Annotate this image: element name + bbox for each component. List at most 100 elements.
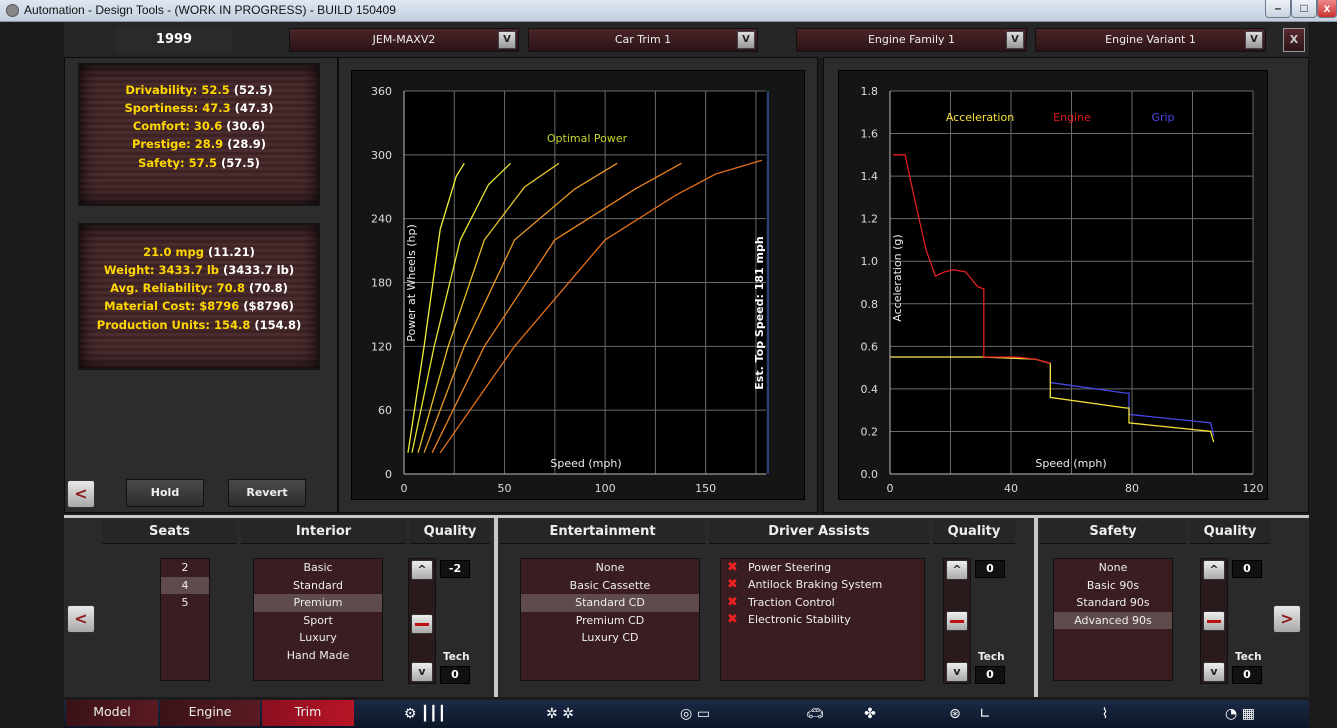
tire-icon[interactable]: ◎ ▭: [665, 705, 725, 723]
trim-select[interactable]: Car Trim 1 V: [528, 28, 758, 52]
stat-drivability: Drivability: 52.5 (52.5): [125, 83, 273, 97]
list-item[interactable]: 2: [161, 559, 209, 577]
quality-value: -2: [440, 560, 470, 578]
interior-header: Interior: [241, 520, 406, 544]
section-divider: [494, 517, 498, 697]
close-icon[interactable]: X: [1283, 28, 1305, 52]
list-item-selected[interactable]: Standard CD: [521, 594, 699, 612]
x-tick-label: 40: [1004, 482, 1018, 495]
stat-sportiness: Sportiness: 47.3 (47.3): [124, 101, 274, 115]
list-item[interactable]: Sport: [254, 612, 382, 630]
model-select-value: JEM-MAXV2: [372, 33, 436, 46]
quality-slider-thumb[interactable]: [946, 611, 968, 631]
quality-up-button[interactable]: ^: [411, 560, 433, 580]
steering-wheel-icon[interactable]: ⊛: [940, 705, 970, 723]
list-item-selected[interactable]: Premium: [254, 594, 382, 612]
entertainment-header: Entertainment: [500, 520, 705, 544]
quality-slider-thumb[interactable]: [1203, 611, 1225, 631]
window-close-button[interactable]: x: [1317, 0, 1337, 18]
list-item[interactable]: Standard: [254, 577, 382, 595]
top-speed-label: Est. Top Speed: 181 mph: [753, 236, 766, 389]
x-mark-icon[interactable]: ✖: [727, 561, 740, 574]
hold-button[interactable]: Hold: [126, 479, 204, 507]
maximize-button[interactable]: □: [1291, 0, 1317, 18]
quality-up-button[interactable]: ^: [946, 560, 968, 580]
list-item[interactable]: 5: [161, 594, 209, 612]
tech-value: 0: [440, 666, 470, 684]
quality-header: Quality: [1190, 520, 1270, 544]
assist-power-steering[interactable]: ✖ Power Steering: [723, 559, 923, 577]
list-item[interactable]: None: [521, 559, 699, 577]
list-item[interactable]: Basic Cassette: [521, 577, 699, 595]
stat-material-cost: Material Cost: $8796 ($8796): [104, 299, 294, 313]
accel-chart-svg: 0.0 0.2 0.4 0.6 0.8 1.0 1.2 1.4 1.6 1.8 0 40 80 120 Ac…: [861, 85, 1264, 495]
tab-engine[interactable]: Engine: [160, 700, 260, 726]
x-mark-icon[interactable]: ✖: [727, 613, 740, 626]
assist-label: Traction Control: [748, 596, 835, 609]
list-item[interactable]: Premium CD: [521, 612, 699, 630]
quality-value: 0: [1232, 560, 1262, 578]
engine-family-select[interactable]: Engine Family 1 V: [796, 28, 1027, 52]
minimize-button[interactable]: –: [1265, 0, 1291, 18]
engine-variant-select[interactable]: Engine Variant 1 V: [1035, 28, 1266, 52]
assist-abs[interactable]: ✖ Antilock Braking System: [723, 576, 923, 594]
y-tick-label: 0.0: [861, 468, 879, 481]
prev-page-button[interactable]: <: [67, 605, 95, 633]
assist-label: Electronic Stability: [748, 613, 851, 626]
next-page-button[interactable]: >: [1273, 605, 1301, 633]
list-item-selected[interactable]: 4: [161, 576, 209, 594]
accel-chart: 0.0 0.2 0.4 0.6 0.8 1.0 1.2 1.4 1.6 1.8 0 40 80 120 Ac…: [838, 70, 1268, 500]
list-item[interactable]: Basic: [254, 559, 382, 577]
list-item[interactable]: Luxury: [254, 629, 382, 647]
wheels-icon[interactable]: ✲ ✲: [535, 705, 585, 723]
legend-grip: Grip: [1151, 111, 1174, 124]
gauge-finish-icon[interactable]: ◔ ▦: [1210, 705, 1270, 723]
quality-value: 0: [975, 560, 1005, 578]
stat-mpg: 21.0 mpg (11.21): [143, 245, 255, 259]
list-item-selected[interactable]: Advanced 90s: [1054, 611, 1172, 629]
tech-label: Tech: [978, 651, 1005, 663]
entertainment-list: None Basic Cassette Standard CD Premium …: [520, 558, 700, 681]
chevron-down-icon[interactable]: V: [737, 31, 755, 49]
chevron-down-icon[interactable]: V: [1245, 31, 1263, 49]
engine-block-icon[interactable]: ⚙ ┃┃┃: [400, 705, 450, 723]
suspension-icon[interactable]: ⌇: [1090, 705, 1120, 723]
model-select[interactable]: JEM-MAXV2 V: [289, 28, 519, 52]
list-item[interactable]: Luxury CD: [521, 629, 699, 647]
tech-value: 0: [975, 666, 1005, 684]
stat-safety: Safety: 57.5 (57.5): [138, 156, 260, 170]
x-mark-icon[interactable]: ✖: [727, 578, 740, 591]
chart-title: Optimal Power: [547, 132, 628, 145]
list-item[interactable]: None: [1054, 559, 1172, 577]
tab-model[interactable]: Model: [66, 700, 158, 726]
list-item[interactable]: Hand Made: [254, 647, 382, 665]
car-body-icon[interactable]: 🚗︎: [785, 705, 845, 723]
assist-traction-control[interactable]: ✖ Traction Control: [723, 594, 923, 612]
list-item[interactable]: Basic 90s: [1054, 577, 1172, 595]
assist-electronic-stability[interactable]: ✖ Electronic Stability: [723, 611, 923, 629]
quality-down-button[interactable]: v: [946, 662, 968, 682]
chevron-down-icon[interactable]: V: [1006, 31, 1024, 49]
window-titlebar: Automation - Design Tools - (WORK IN PRO…: [0, 0, 1337, 22]
seat-icon[interactable]: ∟: [970, 705, 1000, 723]
list-item[interactable]: Standard 90s: [1054, 594, 1172, 612]
tech-label: Tech: [1235, 651, 1262, 663]
y-tick-label: 360: [371, 85, 392, 98]
tab-trim[interactable]: Trim: [262, 700, 354, 726]
quality-down-button[interactable]: v: [1203, 662, 1225, 682]
chevron-down-icon[interactable]: V: [498, 31, 516, 49]
y-tick-label: 1.6: [861, 128, 879, 141]
revert-button[interactable]: Revert: [228, 479, 306, 507]
back-button[interactable]: <: [67, 480, 95, 508]
x-axis-label: Speed (mph): [550, 457, 621, 470]
power-chart-svg: 0 60 120 180 240 300 360 0 50 100 150 Optimal Power…: [371, 85, 769, 495]
stat-comfort: Comfort: 30.6 (30.6): [132, 119, 266, 133]
y-tick-label: 0: [385, 468, 392, 481]
y-axis-label: Power at Wheels (hp): [405, 224, 418, 342]
y-axis-label: Acceleration (g): [891, 234, 904, 321]
quality-down-button[interactable]: v: [411, 662, 433, 682]
quality-slider-thumb[interactable]: [411, 614, 433, 634]
x-mark-icon[interactable]: ✖: [727, 596, 740, 609]
quality-up-button[interactable]: ^: [1203, 560, 1225, 580]
fan-icon[interactable]: ✤: [855, 705, 885, 723]
